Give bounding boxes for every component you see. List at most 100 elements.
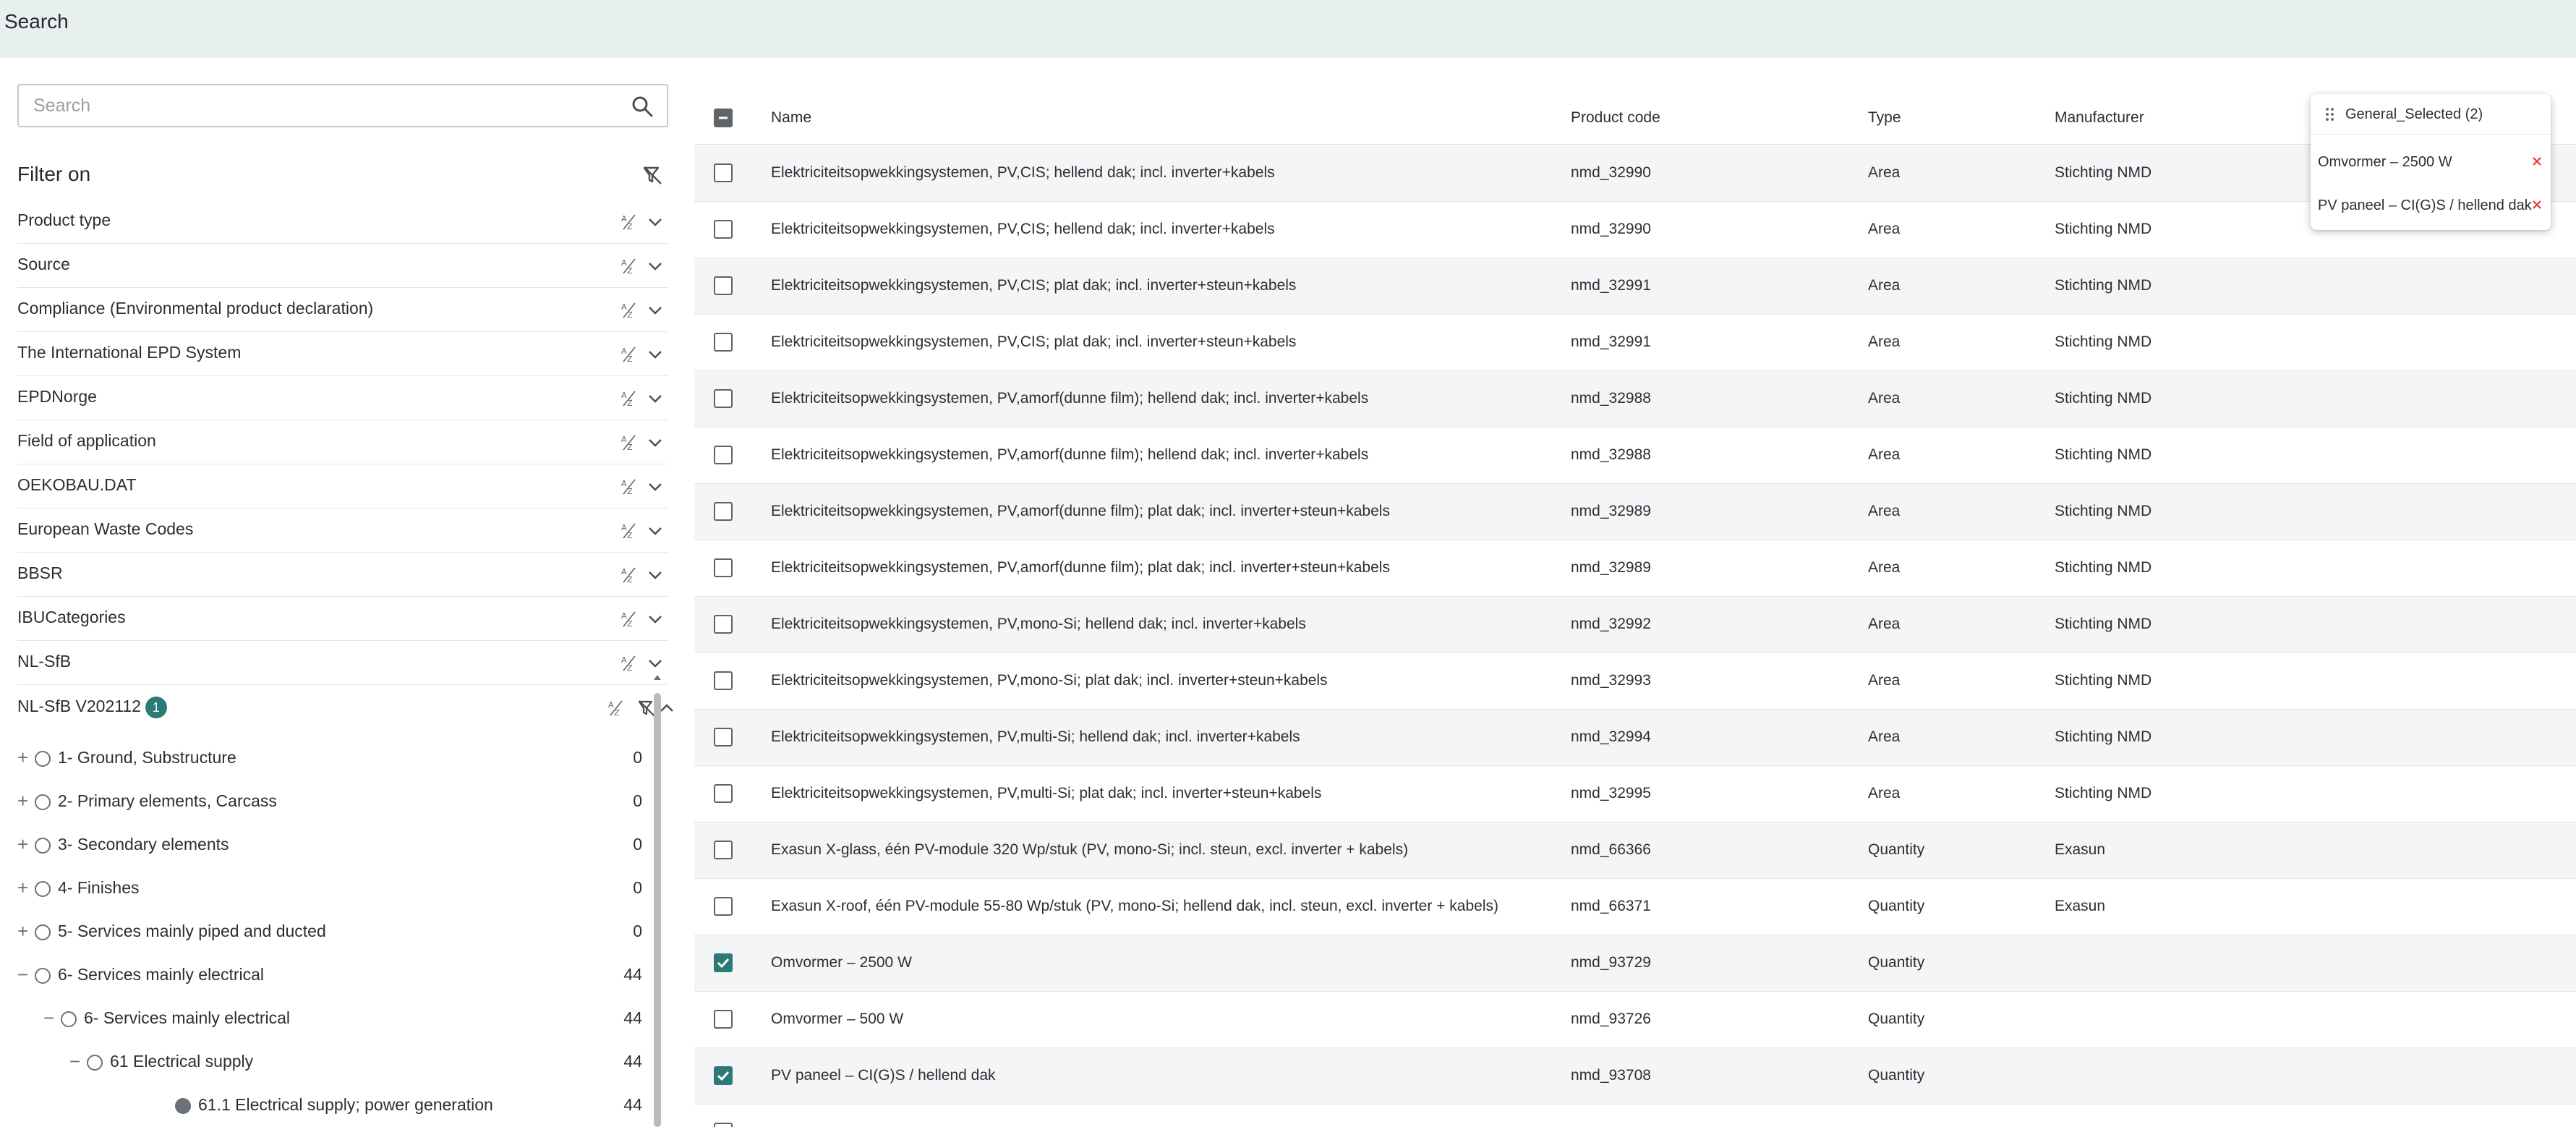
tree-radio[interactable] bbox=[35, 881, 51, 897]
expand-icon[interactable]: + bbox=[17, 920, 32, 943]
facet-product-type[interactable]: Product type A Z bbox=[17, 200, 668, 244]
chevron-down-icon[interactable] bbox=[645, 212, 665, 232]
chevron-down-icon[interactable] bbox=[645, 565, 665, 585]
remove-icon[interactable] bbox=[2529, 153, 2545, 169]
table-row[interactable]: Exasun X-glass, één PV-module 320 Wp/stu… bbox=[694, 822, 2576, 879]
table-row[interactable]: Elektriciteitsopwekkingsystemen, PV,CIS;… bbox=[694, 202, 2576, 258]
expand-icon[interactable]: + bbox=[17, 790, 32, 812]
collapse-icon[interactable]: − bbox=[17, 964, 32, 986]
table-row[interactable]: Elektriciteitsopwekkingsystemen, PV,mono… bbox=[694, 653, 2576, 710]
table-row[interactable]: Elektriciteitsopwekkingsystemen, PV,CIS;… bbox=[694, 258, 2576, 315]
row-checkbox[interactable] bbox=[714, 841, 733, 859]
tree-scrollbar-thumb[interactable] bbox=[654, 693, 661, 1127]
expand-icon[interactable]: + bbox=[17, 877, 32, 899]
row-checkbox[interactable] bbox=[714, 389, 733, 408]
table-row[interactable]: Elektriciteitsopwekkingsystemen, PV,mono… bbox=[694, 597, 2576, 653]
tree-radio[interactable] bbox=[87, 1055, 103, 1071]
sort-alpha-icon[interactable]: AZ bbox=[619, 344, 639, 365]
sort-alpha-icon[interactable]: AZ bbox=[619, 565, 639, 585]
chevron-down-icon[interactable] bbox=[645, 300, 665, 320]
facet-nl-sfb-v202112[interactable]: NL-SfB V202112 1 AZ bbox=[17, 686, 673, 730]
column-header-type[interactable]: Type bbox=[1868, 109, 1901, 127]
chevron-down-icon[interactable] bbox=[645, 344, 665, 365]
sort-alpha-icon[interactable]: AZ bbox=[619, 256, 639, 276]
tree-radio[interactable] bbox=[35, 968, 51, 984]
tree-node[interactable]: − 61 Electrical supply 44 bbox=[17, 1040, 668, 1084]
tree-node[interactable]: +4- Finishes 0 bbox=[17, 867, 668, 910]
chevron-down-icon[interactable] bbox=[645, 653, 665, 673]
facet-nl-sfb[interactable]: NL-SfB A Z bbox=[17, 641, 668, 685]
sort-alpha-icon[interactable]: AZ bbox=[619, 521, 639, 541]
tree-node[interactable]: − 6- Services mainly electrical 44 bbox=[17, 997, 668, 1040]
facet-source[interactable]: Source A Z bbox=[17, 244, 668, 288]
table-row[interactable]: Elektriciteitsopwekkingsystemen, PV,amor… bbox=[694, 484, 2576, 540]
sort-alpha-icon[interactable]: AZ bbox=[619, 477, 639, 497]
collapse-icon[interactable]: − bbox=[69, 1050, 84, 1073]
facet-field-of-application[interactable]: Field of application A Z bbox=[17, 420, 668, 464]
table-row[interactable]: PV paneel – CI(G)S / hellend dak nmd_9370… bbox=[694, 1048, 2576, 1105]
table-row[interactable]: Elektriciteitsopwekkingsystemen, PV,amor… bbox=[694, 428, 2576, 484]
tree-radio[interactable] bbox=[35, 751, 51, 767]
sort-alpha-icon[interactable]: AZ bbox=[619, 433, 639, 453]
tree-node[interactable]: +3- Secondary elements 0 bbox=[17, 823, 668, 867]
tree-node[interactable]: +2- Primary elements, Carcass 0 bbox=[17, 780, 668, 823]
collapse-icon[interactable]: − bbox=[43, 1007, 58, 1029]
select-all-checkbox[interactable] bbox=[714, 109, 733, 127]
table-row[interactable]: Elektriciteitsopwekkingsystemen, PV,CIS;… bbox=[694, 315, 2576, 371]
remove-icon[interactable] bbox=[2529, 197, 2545, 213]
row-checkbox[interactable] bbox=[714, 897, 733, 916]
row-checkbox[interactable] bbox=[714, 1010, 733, 1029]
sort-alpha-icon[interactable]: AZ bbox=[619, 212, 639, 232]
row-checkbox[interactable] bbox=[714, 784, 733, 803]
tree-radio[interactable] bbox=[35, 794, 51, 810]
chevron-down-icon[interactable] bbox=[645, 388, 665, 409]
tree-radio[interactable] bbox=[175, 1098, 191, 1114]
sort-alpha-icon[interactable]: AZ bbox=[619, 653, 639, 673]
sort-alpha-icon[interactable]: AZ bbox=[619, 388, 639, 409]
table-row[interactable]: Elektriciteitsopwekkingsystemen, PV,mult… bbox=[694, 766, 2576, 822]
column-header-name[interactable]: Name bbox=[771, 109, 811, 127]
row-checkbox[interactable] bbox=[714, 558, 733, 577]
table-row[interactable]: Exasun X-roof, één PV-module 55-80 Wp/st… bbox=[694, 879, 2576, 935]
row-checkbox[interactable] bbox=[714, 220, 733, 239]
drag-handle-icon[interactable] bbox=[2324, 106, 2338, 123]
search-icon[interactable] bbox=[631, 95, 654, 118]
facet-bbsr[interactable]: BBSR A Z bbox=[17, 553, 668, 597]
tree-radio[interactable] bbox=[35, 838, 51, 854]
table-row[interactable]: Elektriciteitsopwekkingsystemen, PV,amor… bbox=[694, 540, 2576, 597]
row-checkbox[interactable] bbox=[714, 1123, 733, 1127]
chevron-down-icon[interactable] bbox=[645, 609, 665, 629]
tree-node[interactable]: +5- Services mainly piped and ducted 0 bbox=[17, 910, 668, 953]
facet-epdnorge[interactable]: EPDNorge A Z bbox=[17, 376, 668, 420]
row-checkbox[interactable] bbox=[714, 276, 733, 295]
row-checkbox[interactable] bbox=[714, 953, 733, 972]
scroll-up-arrow-icon[interactable] bbox=[652, 673, 662, 683]
row-checkbox[interactable] bbox=[714, 615, 733, 634]
table-row[interactable]: Elektriciteitsopwekkingsystemen, PV,mult… bbox=[694, 710, 2576, 766]
facet-the-international-epd-system[interactable]: The International EPD System A Z bbox=[17, 332, 668, 376]
facet-european-waste-codes[interactable]: European Waste Codes A Z bbox=[17, 509, 668, 553]
row-checkbox[interactable] bbox=[714, 446, 733, 464]
facet-oekobau-dat[interactable]: OEKOBAU.DAT A Z bbox=[17, 464, 668, 509]
chevron-down-icon[interactable] bbox=[645, 433, 665, 453]
sort-alpha-icon[interactable]: AZ bbox=[619, 609, 639, 629]
table-row[interactable]: Elektriciteitsopwekkingsystemen, PV,amor… bbox=[694, 371, 2576, 428]
facet-compliance-environmental-product-declaration[interactable]: Compliance (Environmental product declar… bbox=[17, 288, 668, 332]
table-row[interactable]: Omvormer – 500 W nmd_93726 Quantity bbox=[694, 992, 2576, 1048]
table-row[interactable] bbox=[694, 1105, 2576, 1127]
facet-ibucategories[interactable]: IBUCategories A Z bbox=[17, 597, 668, 641]
tree-radio[interactable] bbox=[61, 1011, 77, 1027]
row-checkbox[interactable] bbox=[714, 502, 733, 521]
table-row[interactable]: Elektriciteitsopwekkingsystemen, PV,CIS;… bbox=[694, 145, 2576, 202]
row-checkbox[interactable] bbox=[714, 671, 733, 690]
row-checkbox[interactable] bbox=[714, 163, 733, 182]
row-checkbox[interactable] bbox=[714, 1066, 733, 1085]
sort-alpha-icon[interactable]: AZ bbox=[606, 698, 626, 718]
chevron-down-icon[interactable] bbox=[645, 521, 665, 541]
search-input[interactable] bbox=[33, 90, 612, 122]
tree-node[interactable]: − 6- Services mainly electrical 44 bbox=[17, 953, 668, 997]
row-checkbox[interactable] bbox=[714, 728, 733, 747]
tree-node[interactable]: 61.1 Electrical supply; power generation… bbox=[17, 1084, 668, 1127]
chevron-down-icon[interactable] bbox=[645, 477, 665, 497]
tree-radio[interactable] bbox=[35, 924, 51, 940]
